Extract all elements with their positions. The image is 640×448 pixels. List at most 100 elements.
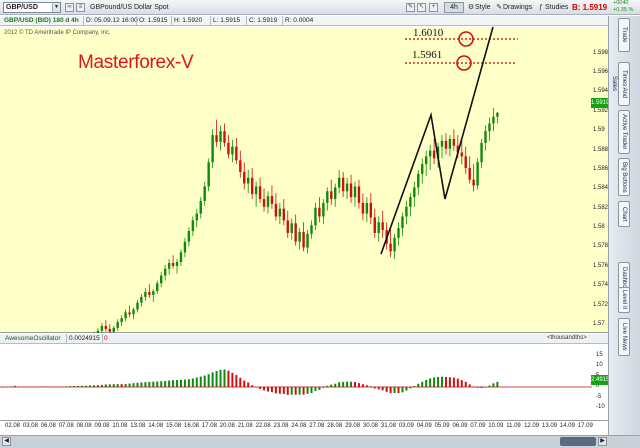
candle [365,197,369,223]
oscillator-bar [456,378,459,387]
candle [476,158,479,190]
watchlist-icon[interactable]: ≡ [76,3,85,12]
candle [278,202,282,225]
candle [318,197,321,223]
price-axis-tick: 1.57 [593,321,605,327]
oscillator-axis-tick: -5 [596,393,602,400]
oscillator-zero: 0 [104,335,108,342]
candle [294,214,297,246]
oscillator-bar [385,387,388,392]
oscillator-bar [429,378,432,387]
candle [152,289,155,302]
candle [243,162,246,190]
date-axis-tick: 12.09 [524,423,540,429]
candle [484,125,487,151]
oscillator-bar [231,372,234,387]
candle [373,208,376,238]
date-axis-tick: 14.08 [148,423,164,429]
sidebar-tab-trade[interactable]: Trade [618,18,630,52]
oscillator-bar [120,384,123,387]
oscillator-axis-tick: 15 [596,351,603,358]
oscillator-bar [219,369,222,387]
candle [393,233,396,260]
symbol-input[interactable]: GBP/USD ▼ [3,2,61,13]
trendline[interactable] [380,27,498,255]
date-axis-tick: 14.09 [559,423,575,429]
cursor-icon[interactable]: ↖ [417,3,426,12]
candle [290,218,293,240]
scrollbar-thumb[interactable] [560,437,596,446]
date-axis-tick: 10.08 [112,423,128,429]
bid-price: B: 1.5919 [572,3,608,12]
sidebar-tab-live-news[interactable]: Live News [618,318,630,356]
price-axis-tick: 1.588 [593,146,609,153]
oscillator-bar [397,387,400,394]
candle [148,284,151,298]
scroll-right-icon[interactable]: ▶ [598,437,607,446]
oscillator-bar [460,380,463,387]
oscillator-bar [132,383,135,387]
percent-change: +0.35 % [613,7,634,13]
candle [286,210,289,238]
candle [488,117,491,141]
price-axis-tick: 1.578 [593,243,609,250]
candle [144,288,147,301]
sidebar-tab-big-buttons[interactable]: Big Buttons [618,158,630,196]
pencil-icon[interactable]: ✎ [406,3,415,12]
link-icon[interactable]: ∞ [65,3,74,12]
price-axis-tick: 1.576 [593,262,609,269]
candle [496,111,499,124]
candle [397,222,400,246]
candle [298,228,301,250]
style-button[interactable]: ⚙Style [467,2,491,13]
candle [171,255,175,269]
date-axis-tick: 03.08 [22,423,38,429]
oscillator-bar [128,383,131,387]
oscillator-chart[interactable] [0,344,608,420]
oscillator-value: 0.0024915 [66,334,103,344]
candle [310,220,313,239]
sidebar-tab-times-and-sales[interactable]: Times And Sales [611,62,630,106]
oscillator-bar [302,387,305,395]
sidebar-tab-chart[interactable]: Chart [618,201,630,227]
candle [341,171,345,198]
price-axis-tick: 1.572 [593,301,609,308]
oscillator-name[interactable]: AwesomeOscillator [5,335,61,342]
candle [337,169,341,194]
candle [353,181,357,207]
sidebar-tab-active-trader[interactable]: Active Trader [618,110,630,154]
price-axis-tick: 1.594 [593,88,609,95]
sidebar-tab-level-ii[interactable]: Level II [618,287,630,313]
oscillator-bar [263,387,266,391]
horizontal-scrollbar[interactable] [0,435,640,448]
scroll-left-icon[interactable]: ◀ [2,437,11,446]
oscillator-bar [235,374,238,387]
period-selector[interactable]: 4h [444,2,464,13]
candle [334,183,337,207]
date-axis-tick: 27.08 [309,423,325,429]
oscillator-bar [191,378,194,387]
level-label-lower: 1.5961 [412,49,443,61]
candle [326,187,329,211]
net-change: +0040 [613,0,629,6]
candle [183,237,187,258]
oscillator-bar [199,376,202,387]
oscillator-bar [203,375,206,387]
oscillator-bar [448,377,451,387]
candle [377,216,380,242]
oscillator-bar [239,377,242,387]
candle [100,323,104,333]
chevron-down-icon[interactable]: ▼ [52,3,60,12]
date-axis-tick: 13.09 [542,423,558,429]
candle [389,228,392,258]
drawings-button[interactable]: ✎Drawings [495,2,532,13]
candle [112,325,115,333]
oscillator-bar [195,377,198,387]
target-circle-lower[interactable] [456,55,472,71]
studies-button[interactable]: ƒ Studies [537,2,568,13]
oscillator-bar [353,381,356,387]
drawings-button-label: Drawings [503,4,533,11]
candle [215,119,218,147]
crosshair-icon[interactable]: + [429,3,438,12]
candle [413,181,416,207]
